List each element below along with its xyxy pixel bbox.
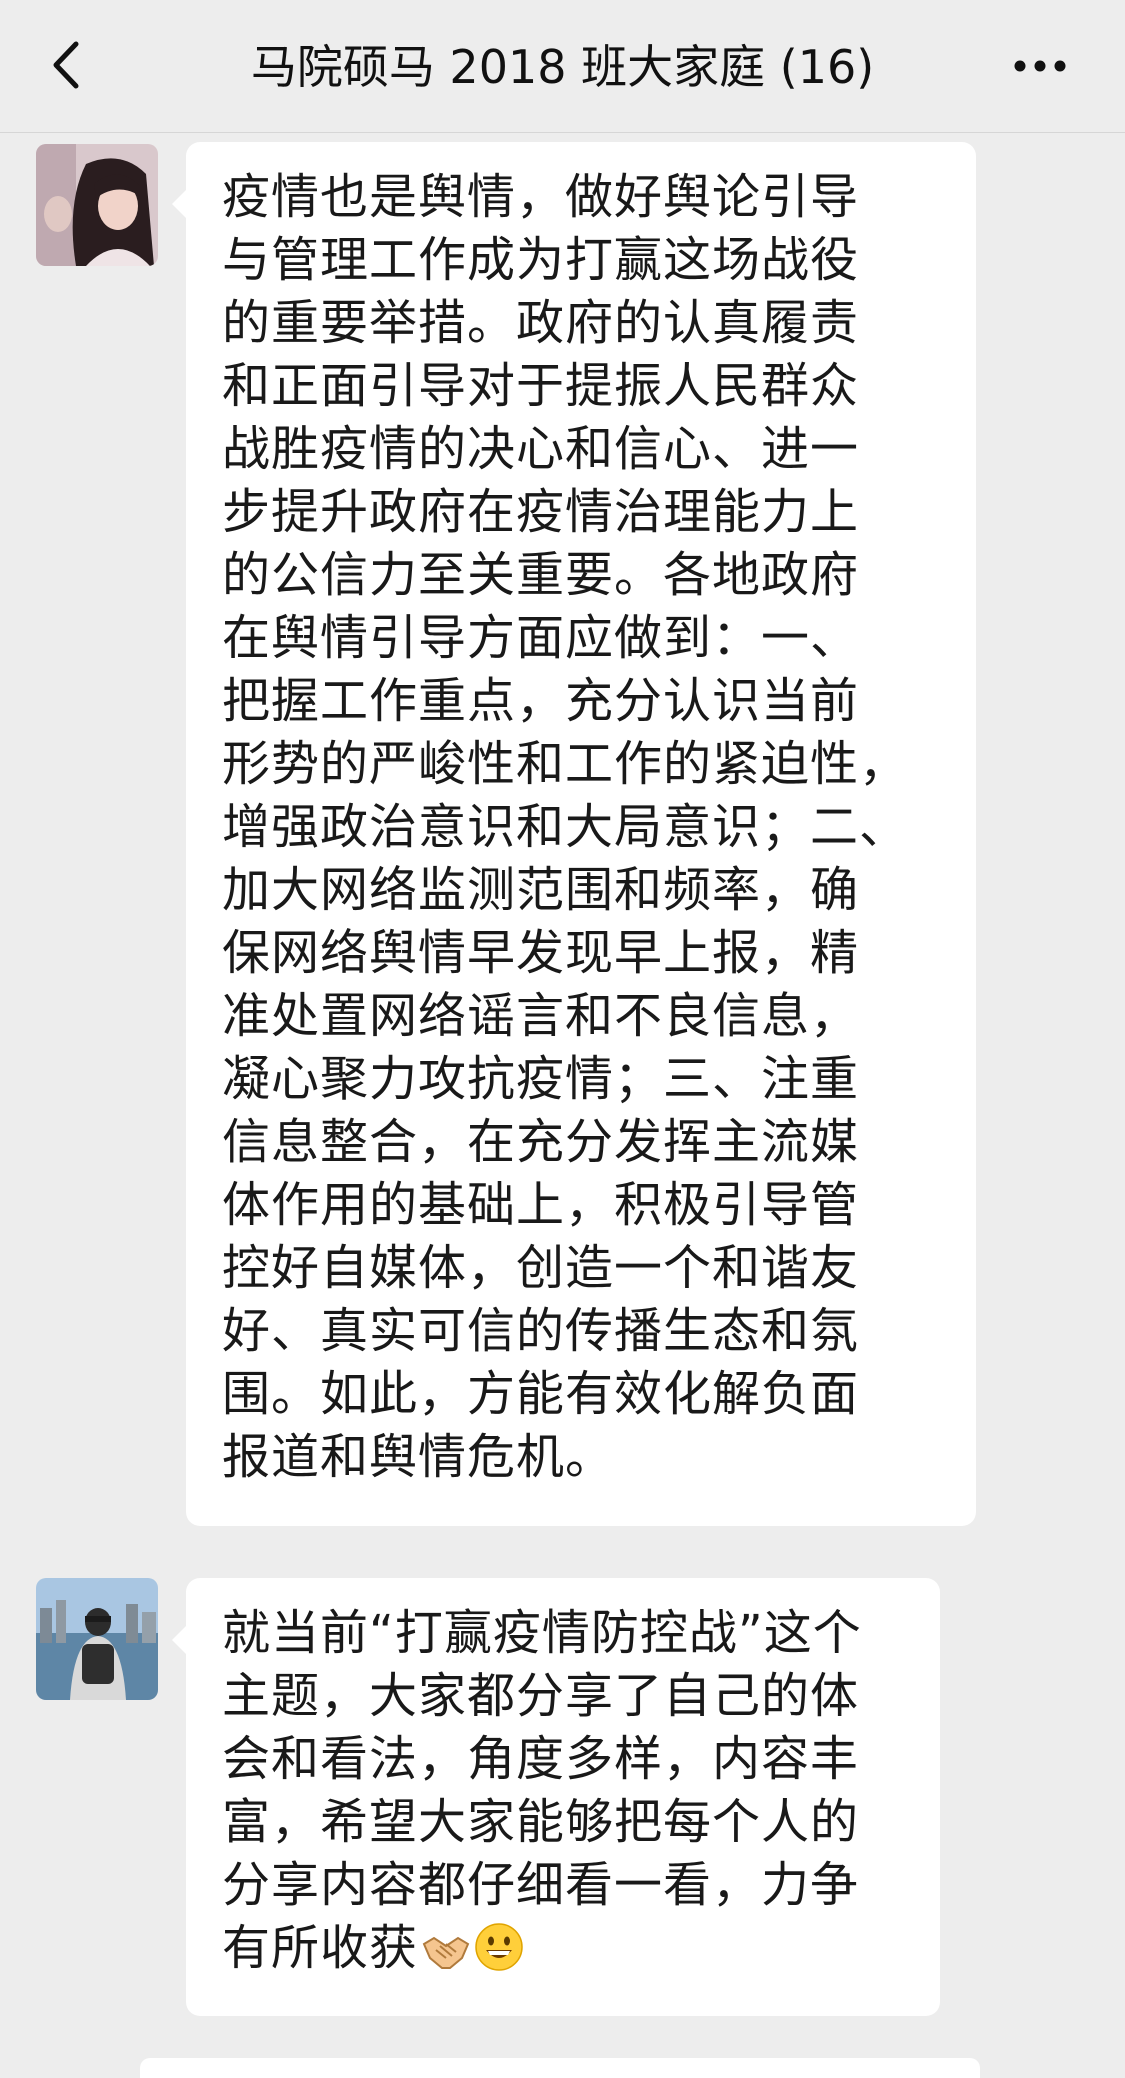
message-line: 围。如此，方能有效化解负面 bbox=[222, 1366, 860, 1422]
message-line: 增强政治意识和大局意识；二、 bbox=[222, 799, 909, 855]
message-line: 加大网络监测范围和频率，确 bbox=[222, 862, 860, 918]
message-line: 好、真实可信的传播生态和氛 bbox=[222, 1303, 860, 1359]
grinning-face-emoji bbox=[474, 1922, 524, 1988]
message-line: 步提升政府在疫情治理能力上 bbox=[222, 484, 860, 540]
message-line: 控好自媒体，创造一个和谐友 bbox=[222, 1240, 860, 1296]
message-line: 凝心聚力攻抗疫情；三、注重 bbox=[222, 1051, 860, 1107]
message-line: 准处置网络谣言和不良信息， bbox=[222, 988, 860, 1044]
message-line: 疫情也是舆情，做好舆论引导 bbox=[222, 169, 860, 225]
message-line: 与管理工作成为打赢这场战役 bbox=[222, 232, 860, 288]
message-line: 保网络舆情早发现早上报，精 bbox=[222, 925, 860, 981]
message-line: 富，希望大家能够把每个人的 bbox=[222, 1794, 860, 1850]
message-line: 的重要举措。政府的认真履责 bbox=[222, 295, 860, 351]
message-text: 就当前“打赢疫情防控战”这个 主题，大家都分享了自己的体 会和看法，角度多样，内容丰… bbox=[222, 1602, 910, 1988]
message-line: 体作用的基础上，积极引导管 bbox=[222, 1177, 860, 1233]
avatar-girl-photo[interactable] bbox=[36, 144, 158, 266]
message-line: 和正面引导对于提振人民群众 bbox=[222, 358, 860, 414]
message-line: 把握工作重点，充分认识当前 bbox=[222, 673, 860, 729]
message-bubble[interactable]: 就当前“打赢疫情防控战”这个 主题，大家都分享了自己的体 会和看法，角度多样，内容丰… bbox=[172, 1578, 940, 2016]
message-line: 主题，大家都分享了自己的体 bbox=[222, 1668, 860, 1724]
message-line: 报道和舆情危机。 bbox=[222, 1429, 615, 1485]
chat-title: 马院硕马 2018 班大家庭 (16) bbox=[250, 40, 875, 94]
more-options-button[interactable] bbox=[1010, 46, 1070, 86]
message-bubble[interactable]: 疫情也是舆情，做好舆论引导 与管理工作成为打赢这场战役 的重要举措。政府的认真履责和… bbox=[172, 142, 976, 1526]
message-line: 的公信力至关重要。各地政府 bbox=[222, 547, 860, 603]
message-line: 战胜疫情的决心和信心、进一 bbox=[222, 421, 860, 477]
message-line: 信息整合，在充分发挥主流媒 bbox=[222, 1114, 860, 1170]
handshake-emoji bbox=[422, 1925, 470, 1988]
message-line: 在舆情引导方面应做到：一、 bbox=[222, 610, 860, 666]
message-line: 会和看法，角度多样，内容丰 bbox=[222, 1731, 860, 1787]
ellipsis-icon bbox=[1014, 60, 1066, 72]
avatar-city-backpack-photo[interactable] bbox=[36, 1578, 158, 1700]
back-button[interactable] bbox=[38, 30, 98, 100]
message-line: 形势的严峻性和工作的紧迫性， bbox=[222, 736, 909, 792]
message-line: 分享内容都仔细看一看，力争 bbox=[222, 1857, 860, 1913]
message-line: 就当前“打赢疫情防控战”这个 bbox=[222, 1605, 862, 1661]
message-text: 疫情也是舆情，做好舆论引导 与管理工作成为打赢这场战役 的重要举措。政府的认真履责和… bbox=[222, 166, 946, 1489]
message-line: 有所收获 bbox=[222, 1917, 910, 1988]
chevron-left-icon bbox=[53, 41, 79, 89]
nav-bar: 马院硕马 2018 班大家庭 (16) bbox=[0, 0, 1125, 133]
next-message-bubble-edge bbox=[140, 2058, 980, 2078]
